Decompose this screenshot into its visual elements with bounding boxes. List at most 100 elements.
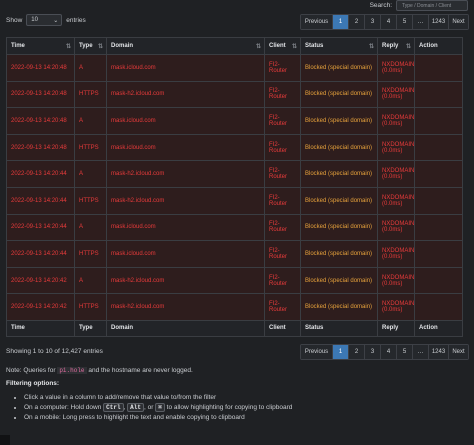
cell-time[interactable]: 2022-09-13 14:20:44 — [6, 160, 75, 188]
pagination-bottom: Previous 1 2 3 4 5 … 1243 Next — [300, 344, 469, 360]
cell-reply: NXDOMAIN (0.0ms) — [377, 240, 415, 268]
page-button-3[interactable]: 3 — [365, 345, 381, 359]
sort-icon: ⇅ — [65, 44, 71, 50]
cell-type[interactable]: HTTPS — [74, 80, 107, 109]
cell-domain[interactable]: mask.icloud.com — [106, 133, 265, 162]
cell-time[interactable]: 2022-09-13 14:20:44 — [6, 240, 75, 268]
page-button-1[interactable]: 1 — [333, 345, 349, 359]
column-header-type[interactable]: Type ⇅ — [74, 37, 107, 55]
cell-domain[interactable]: mask-h2.icloud.com — [106, 293, 265, 321]
previous-button[interactable]: Previous — [301, 345, 333, 359]
page-button-1243[interactable]: 1243 — [429, 15, 449, 29]
column-header-domain[interactable]: Domain ⇅ — [106, 37, 265, 55]
cell-client[interactable]: FI2-Router — [264, 186, 301, 215]
cell-reply: NXDOMAIN (0.0ms) — [377, 133, 415, 162]
search-input[interactable]: Type / Domain / Client — [396, 0, 468, 11]
column-header-time[interactable]: Time ⇅ — [6, 37, 75, 55]
cell-type[interactable]: A — [74, 160, 107, 188]
cell-action — [414, 213, 463, 242]
page-length-select[interactable]: 10 ⌄ — [26, 14, 63, 26]
cell-time[interactable]: 2022-09-13 14:20:44 — [6, 186, 75, 215]
cell-client[interactable]: FI2-Router — [264, 54, 301, 82]
footer-time: Time — [6, 319, 75, 337]
cell-domain[interactable]: mask.icloud.com — [106, 107, 265, 135]
cell-reply: NXDOMAIN (0.0ms) — [377, 80, 415, 109]
cell-action — [414, 107, 463, 135]
cell-reply: NXDOMAIN (0.0ms) — [377, 293, 415, 321]
ctrl-key: Ctrl — [103, 403, 124, 412]
cell-action — [414, 54, 463, 82]
cell-reply: NXDOMAIN (0.0ms) — [377, 186, 415, 215]
pihole-code: pi.hole — [57, 367, 87, 374]
column-header-reply[interactable]: Reply ⇅ — [377, 37, 415, 55]
cell-client[interactable]: FI2-Router — [264, 80, 301, 109]
table-row: 2022-09-13 14:20:44 Amask-h2.icloud.com FI… — [6, 160, 463, 188]
logging-note: Note: Queries for pi.hole and the hostna… — [6, 367, 193, 374]
cell-client[interactable]: FI2-Router — [264, 266, 301, 295]
cell-status: Blocked (special domain) — [300, 213, 378, 242]
cell-client[interactable]: FI2-Router — [264, 160, 301, 188]
cell-type[interactable]: A — [74, 107, 107, 135]
column-header-client[interactable]: Client ⇅ — [264, 37, 301, 55]
filter-option-mobile: On a mobile: Long press to highlight the… — [24, 413, 292, 423]
filtering-options-list: Click a value in a column to add/remove … — [24, 393, 292, 423]
table-footer-row: Time Type Domain Client Status Reply Act… — [6, 319, 463, 337]
page-button-1[interactable]: 1 — [333, 15, 349, 29]
page-button-5[interactable]: 5 — [397, 15, 413, 29]
cell-domain[interactable]: mask.icloud.com — [106, 54, 265, 82]
page-button-3[interactable]: 3 — [365, 15, 381, 29]
search-control: Search: Type / Domain / Client — [370, 0, 468, 11]
cell-status: Blocked (special domain) — [300, 107, 378, 135]
next-button[interactable]: Next — [449, 345, 468, 359]
page-button-5[interactable]: 5 — [397, 345, 413, 359]
cell-domain[interactable]: mask-h2.icloud.com — [106, 186, 265, 215]
cell-domain[interactable]: mask.icloud.com — [106, 213, 265, 242]
cell-domain[interactable]: mask-h2.icloud.com — [106, 266, 265, 295]
cell-domain[interactable]: mask.icloud.com — [106, 240, 265, 268]
cell-client[interactable]: FI2-Router — [264, 133, 301, 162]
cell-domain[interactable]: mask-h2.icloud.com — [106, 80, 265, 109]
query-log-table: Time ⇅ Type ⇅ Domain ⇅ Client ⇅ Status ⇅ Repl… — [6, 37, 463, 337]
column-header-status[interactable]: Status ⇅ — [300, 37, 378, 55]
cell-client[interactable]: FI2-Router — [264, 107, 301, 135]
cell-type[interactable]: HTTPS — [74, 186, 107, 215]
cell-type[interactable]: HTTPS — [74, 133, 107, 162]
table-row: 2022-09-13 14:20:44 HTTPS mask-h2.icloud.c… — [6, 186, 463, 215]
cell-time[interactable]: 2022-09-13 14:20:42 — [6, 266, 75, 295]
page-button-1243[interactable]: 1243 — [429, 345, 449, 359]
cell-client[interactable]: FI2-Router — [264, 240, 301, 268]
page-ellipsis: … — [413, 345, 429, 359]
cell-client[interactable]: FI2-Router — [264, 293, 301, 321]
cell-status: Blocked (special domain) — [300, 240, 378, 268]
filtering-options-title: Filtering options: — [6, 380, 60, 387]
cell-client[interactable]: FI2-Router — [264, 213, 301, 242]
cell-time[interactable]: 2022-09-13 14:20:44 — [6, 213, 75, 242]
page-length-control: Show 10 ⌄ entries — [6, 14, 86, 26]
page-button-2[interactable]: 2 — [349, 15, 365, 29]
cell-domain[interactable]: mask-h2.icloud.com — [106, 160, 265, 188]
cell-status: Blocked (special domain) — [300, 293, 378, 321]
cell-time[interactable]: 2022-09-13 14:20:48 — [6, 133, 75, 162]
next-button[interactable]: Next — [449, 15, 468, 29]
cell-time[interactable]: 2022-09-13 14:20:48 — [6, 107, 75, 135]
cell-type[interactable]: HTTPS — [74, 240, 107, 268]
filter-option-computer: On a computer: Hold down Ctrl, Alt, or ⌘… — [24, 403, 292, 413]
sort-icon: ⇅ — [405, 44, 411, 50]
table-row: 2022-09-13 14:20:44 HTTPS mask.icloud.com F… — [6, 240, 463, 268]
cell-time[interactable]: 2022-09-13 14:20:48 — [6, 54, 75, 82]
show-label: Show — [6, 16, 23, 24]
page-button-2[interactable]: 2 — [349, 345, 365, 359]
page-button-4[interactable]: 4 — [381, 345, 397, 359]
cell-type[interactable]: HTTPS — [74, 293, 107, 321]
cell-time[interactable]: 2022-09-13 14:20:48 — [6, 80, 75, 109]
cell-status: Blocked (special domain) — [300, 133, 378, 162]
table-body: 2022-09-13 14:20:48 Amask.icloud.com FI2-R… — [6, 54, 463, 321]
column-header-action: Action — [414, 37, 463, 55]
cell-type[interactable]: A — [74, 213, 107, 242]
cell-time[interactable]: 2022-09-13 14:20:42 — [6, 293, 75, 321]
previous-button[interactable]: Previous — [301, 15, 333, 29]
cell-type[interactable]: A — [74, 54, 107, 82]
page-button-4[interactable]: 4 — [381, 15, 397, 29]
footer-client: Client — [264, 319, 301, 337]
cell-type[interactable]: A — [74, 266, 107, 295]
